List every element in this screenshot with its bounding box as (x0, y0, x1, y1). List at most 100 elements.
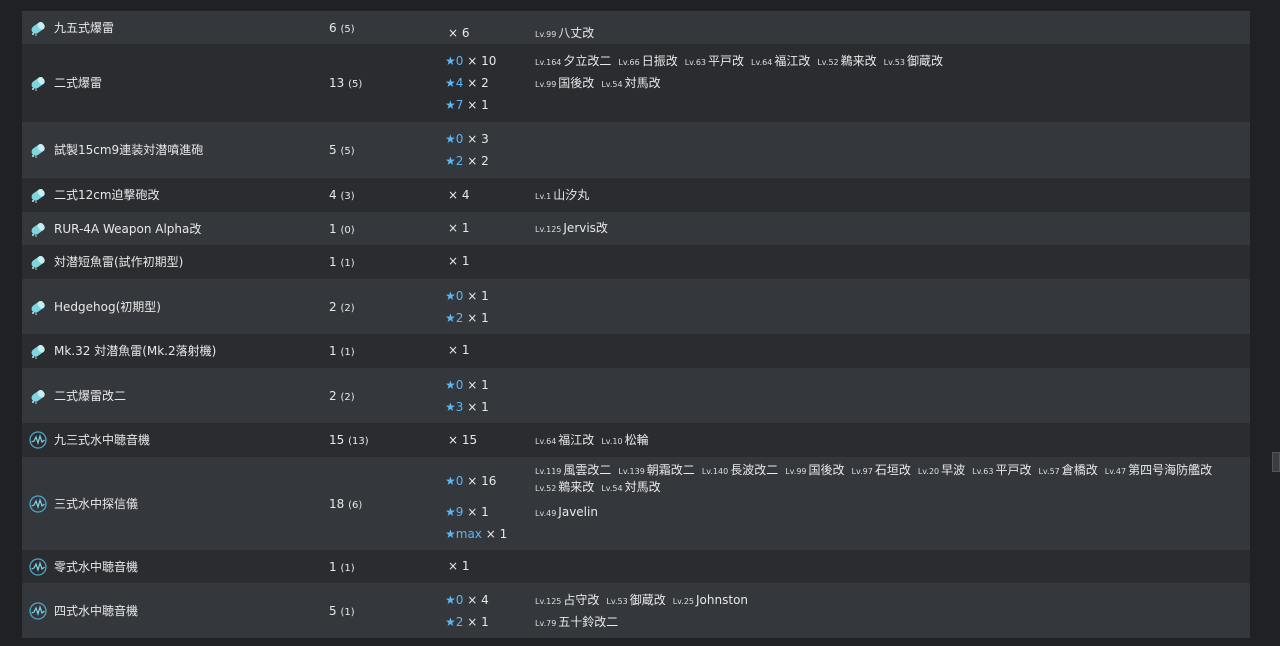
ship-name: 福江改 (774, 54, 811, 68)
ship-level: Lv.52 (535, 484, 557, 493)
ship-entry: Lv.52 鵜来改 (535, 480, 594, 494)
improvement-line: ★7 × 1 (22, 94, 1250, 116)
scrollbar-handle[interactable] (1272, 452, 1280, 472)
improvement-count: × 1 (485, 527, 508, 541)
ship-entry: Lv.79 五十鈴改二 (535, 615, 618, 629)
improvement-line: ★0 × 16 Lv.119 風雲改二 Lv.139 朝霜改二 Lv.140 長波改二 Lv.… (22, 463, 1250, 494)
ship-entry: Lv.54 対馬改 (601, 480, 660, 494)
ship-name: 松輪 (624, 433, 649, 447)
ship-name: 国後改 (808, 463, 845, 477)
table-row[interactable]: 四式水中聴音機 5 (1) ★0 × 4 Lv.125 占守改 Lv.53 御蔵改 Lv.25… (22, 583, 1250, 638)
table-row[interactable]: 零式水中聴音機 1 (1) × 1 (22, 550, 1250, 583)
table-row[interactable]: 九三式水中聴音機 15 (13) × 15 Lv.64 福江改 Lv.10 松輪 (22, 423, 1250, 457)
ship-level: Lv.140 (701, 467, 729, 476)
improvement-count: × 1 (448, 221, 470, 235)
table-row[interactable]: Mk.32 対潜魚雷(Mk.2落射機) 1 (1) × 1 (22, 334, 1250, 368)
improvement-line: ★0 × 1 (22, 285, 1250, 307)
improvement-count: × 1 (467, 378, 489, 392)
ship-name: 風雲改二 (563, 463, 612, 477)
improvement-level: ★0 × 4 (445, 589, 489, 611)
ship-entry: Lv.20 早波 (918, 463, 965, 477)
table-row[interactable]: 対潜短魚雷(試作初期型) 1 (1) × 1 (22, 245, 1250, 279)
ship-entry: Lv.125 占守改 (535, 593, 599, 607)
improvement-level: × 1 (448, 250, 470, 272)
ship-name: 五十鈴改二 (558, 615, 619, 629)
ship-level: Lv.53 (606, 597, 628, 606)
star-level: ★2 (445, 615, 464, 629)
table-row[interactable]: 二式12cm迫撃砲改 4 (3) × 4 Lv.1 山汐丸 (22, 178, 1250, 212)
ship-level: Lv.52 (817, 58, 839, 67)
improvement-count: × 2 (467, 76, 489, 90)
ship-entry: Lv.99 八丈改 (535, 26, 594, 40)
improvement-count: × 2 (467, 154, 489, 168)
ship-name: 御蔵改 (629, 593, 666, 607)
star-level: ★0 (445, 593, 464, 607)
ship-level: Lv.53 (883, 58, 905, 67)
improvement-count: × 1 (448, 559, 470, 573)
improvement-level: ★max × 1 (445, 523, 507, 545)
ship-level: Lv.139 (618, 467, 645, 476)
ship-entry: Lv.125 Jervis改 (535, 221, 608, 235)
ship-level: Lv.99 (535, 30, 557, 39)
improvement-line: × 1 Lv.125 Jervis改 (22, 217, 1250, 239)
ship-level: Lv.20 (917, 467, 940, 476)
ship-level: Lv.54 (601, 484, 623, 493)
ship-name: Javelin (558, 505, 598, 519)
ship-entry: Lv.64 福江改 (751, 54, 810, 68)
table-row[interactable]: 試製15cm9連装対潜噴進砲 5 (5) ★0 × 3 ★2 × 2 (22, 122, 1250, 178)
improvement-count: × 1 (448, 343, 470, 357)
improvement-level: ★0 × 10 (445, 50, 496, 72)
ship-name: 平戸改 (708, 54, 745, 68)
ship-entry: Lv.64 福江改 (535, 433, 594, 447)
ship-level: Lv.64 (535, 437, 557, 446)
ship-entry: Lv.53 御蔵改 (884, 54, 943, 68)
ship-name: 占守改 (563, 593, 600, 607)
star-level: ★2 (445, 154, 464, 168)
ship-entry: Lv.119 風雲改二 (535, 463, 611, 477)
table-row[interactable]: 二式爆雷 13 (5) ★0 × 10 Lv.164 夕立改二 Lv.66 日振改 Lv.63… (22, 44, 1250, 122)
improvement-count: × 1 (467, 505, 489, 519)
table-row[interactable]: 九五式爆雷 6 (5) × 6 Lv.99 八丈改 (22, 11, 1250, 44)
improvement-line: ★4 × 2 Lv.99 国後改 Lv.54 対馬改 (22, 72, 1250, 94)
improvement-level: × 6 (448, 22, 470, 44)
ship-name: 日振改 (641, 54, 678, 68)
ship-name: 福江改 (558, 433, 595, 447)
improvement-count: × 16 (467, 474, 497, 488)
star-level: ★4 (445, 76, 464, 90)
improvement-level: ★0 × 1 (445, 285, 489, 307)
star-level: ★9 (445, 505, 464, 519)
star-level: ★0 (445, 54, 464, 68)
ship-entry: Lv.99 国後改 (535, 76, 594, 90)
ship-name: 平戸改 (995, 463, 1032, 477)
ship-level: Lv.79 (535, 619, 557, 628)
improvement-count: × 1 (467, 311, 489, 325)
improvement-line: × 1 (22, 250, 1250, 272)
improvement-level: ★9 × 1 (445, 501, 489, 523)
ship-level: Lv.63 (684, 58, 707, 67)
ship-entry: Lv.66 日振改 (618, 54, 677, 68)
star-level: ★7 (445, 98, 464, 112)
ship-name: 石垣改 (874, 463, 911, 477)
improvement-level: ★0 × 16 (445, 470, 496, 492)
star-level: ★2 (445, 311, 464, 325)
table-row[interactable]: RUR-4A Weapon Alpha改 1 (0) × 1 Lv.125 Jervis… (22, 212, 1250, 245)
ship-level: Lv.10 (601, 437, 623, 446)
ship-entry: Lv.97 石垣改 (852, 463, 911, 477)
improvement-count: × 1 (467, 289, 489, 303)
table-row[interactable]: 三式水中探信儀 18 (6) ★0 × 16 Lv.119 風雲改二 Lv.139 朝霜改二… (22, 457, 1250, 550)
ship-level: Lv.1 (535, 192, 552, 201)
equipment-table: 九五式爆雷 6 (5) × 6 Lv.99 八丈改 二式爆雷 13 (5) ★0 × 10 Lv… (22, 11, 1250, 638)
improvement-level: ★2 × 1 (445, 307, 489, 329)
ship-level: Lv.125 (535, 225, 562, 234)
ship-level: Lv.54 (601, 80, 623, 89)
ship-entry: Lv.99 国後改 (785, 463, 844, 477)
improvement-level: ★2 × 2 (445, 150, 489, 172)
table-row[interactable]: 二式爆雷改二 2 (2) ★0 × 1 ★3 × 1 (22, 368, 1250, 423)
ship-name: 早波 (941, 463, 966, 477)
improvement-level: × 1 (448, 555, 470, 577)
improvement-line: × 15 Lv.64 福江改 Lv.10 松輪 (22, 429, 1250, 451)
ship-list-continued: Lv.52 鵜来改 Lv.54 対馬改 (535, 476, 668, 500)
improvement-count: × 15 (448, 433, 478, 447)
ship-level: Lv.63 (972, 467, 994, 476)
table-row[interactable]: Hedgehog(初期型) 2 (2) ★0 × 1 ★2 × 1 (22, 279, 1250, 334)
